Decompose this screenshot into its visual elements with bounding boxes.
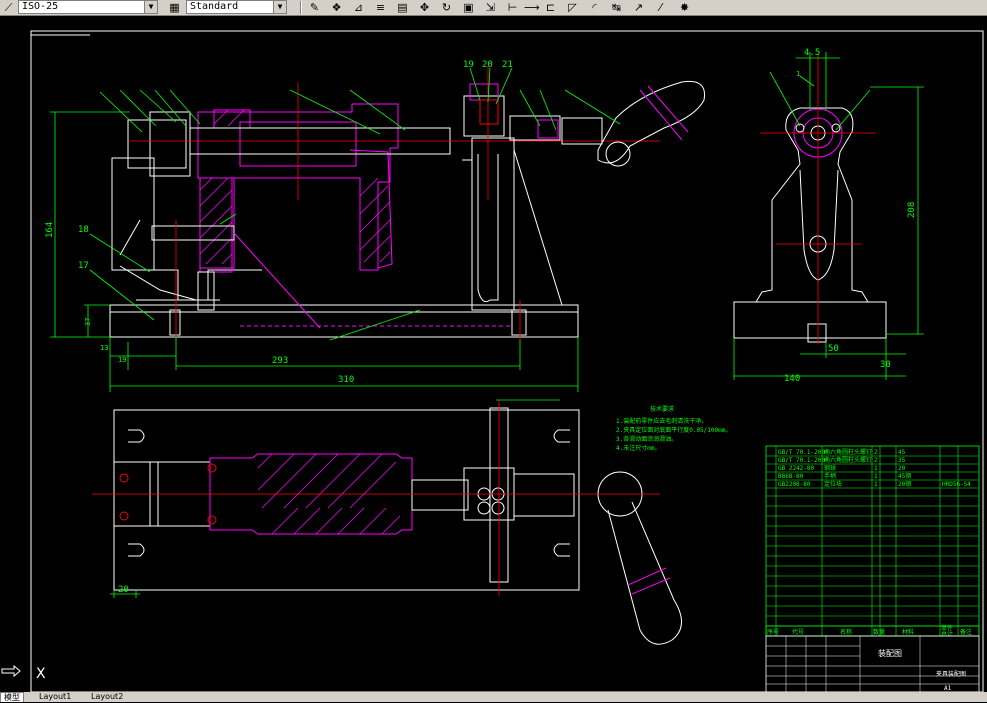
bom-row-5-name: 定位块 — [824, 480, 842, 488]
bom-row-2-qty: 2 — [874, 457, 878, 464]
dim-side-right: 30 — [880, 360, 891, 370]
scale-icon[interactable]: ▣ — [462, 1, 475, 14]
bom-header-code: 代号 — [792, 628, 804, 636]
bom-row-1-mat: 45 — [898, 449, 906, 456]
ucs-icon: X — [1, 664, 46, 682]
bom-row-3-name: 钢球 — [824, 464, 836, 472]
bom-row-1-qty: 2 — [874, 449, 878, 456]
explode-icon[interactable]: ✸ — [678, 1, 691, 14]
bom-row-3-qty: 1 — [874, 465, 878, 472]
drawing-border — [30, 30, 984, 692]
bom-row-4-mat: 45钢 — [898, 472, 911, 480]
bom-row-5-qty: 1 — [874, 481, 878, 488]
bom-row-5-code: GB2208-80 — [778, 481, 811, 488]
bom-row-3-mat: 20 — [898, 465, 906, 472]
dimstyle-value: ISO-25 — [22, 1, 59, 12]
chevron-down-icon[interactable]: ▼ — [273, 1, 286, 13]
copy-icon[interactable]: ❖ — [330, 1, 343, 14]
dim-inner-length: 293 — [272, 356, 288, 366]
bom-header-remark: 备注 — [960, 628, 972, 636]
dim-overall-length: 310 — [338, 375, 354, 385]
dim-left-a: 13 — [100, 344, 108, 352]
bom-header-material: 材料 — [902, 628, 914, 636]
dim-side-inner: 50 — [828, 344, 839, 354]
bom-header-name: 名称 — [840, 628, 852, 636]
mirror-icon[interactable]: ⊿ — [352, 1, 365, 14]
extend-icon[interactable]: ⟶ — [524, 1, 540, 14]
drawing-number: HRD56-S4 — [942, 481, 971, 488]
textstyle-value: Standard — [190, 1, 239, 12]
lengthen-icon[interactable]: ↗ — [632, 1, 645, 14]
dim-height: 164 — [45, 222, 55, 238]
dim-side-width: 140 — [784, 374, 800, 384]
tech-note-1: 1.装配前零件应去毛刺清洗干净。 — [616, 417, 707, 425]
join-icon[interactable]: ↹ — [610, 1, 623, 14]
stretch-icon[interactable]: ⇲ — [484, 1, 497, 14]
array-icon[interactable]: ▤ — [396, 1, 409, 14]
technical-notes: 技术要求 1.装配前零件应去毛刺清洗干净。 2.夹具定位面对底面平行度0.05/… — [616, 405, 731, 452]
plan-view: 20 — [92, 399, 682, 645]
bom-row-5-mat: 20钢 — [898, 480, 911, 488]
bom-row-4-name: 手柄 — [824, 472, 836, 480]
model-space-canvas[interactable]: 19 20 21 18 17 310 293 164 13 19 37 4.5 … — [0, 16, 987, 692]
fillet-icon[interactable]: ◜ — [588, 1, 601, 14]
part-number-20: 20 — [482, 60, 493, 70]
dim-left-b: 19 — [118, 356, 126, 364]
dim-base-height: 37 — [84, 318, 92, 326]
front-view: 19 20 21 18 17 310 293 164 13 19 37 — [45, 60, 706, 392]
pedit-icon[interactable]: ⁄ — [654, 1, 667, 14]
bom-row-1-name: 内六角圆柱头螺钉 — [824, 448, 872, 456]
bom-header-qty: 数量 — [873, 628, 885, 636]
bom-row-4-qty: 1 — [874, 473, 878, 480]
chamfer-icon[interactable]: ◸ — [566, 1, 579, 14]
toolbar-separator — [300, 1, 302, 14]
svg-text:X: X — [36, 666, 46, 682]
tab-layout2[interactable]: Layout2 — [88, 692, 126, 702]
textstyle-dropdown[interactable]: Standard ▼ — [186, 0, 287, 14]
bom-row-2-code: GB/T 70.1-2000 — [778, 457, 829, 464]
erase-icon[interactable]: ✎ — [308, 1, 321, 14]
title-block-title: 装配图 — [878, 648, 902, 658]
dim-side-small: 1 — [796, 70, 800, 78]
text-style-icon[interactable]: ▦ — [168, 1, 181, 14]
bom-table: GB/T 70.1-2000 内六角圆柱头螺钉 2 45 GB/T 70.1-2… — [765, 445, 980, 638]
part-number-17: 17 — [78, 261, 89, 271]
bom-row-1-code: GB/T 70.1-2000 — [778, 449, 829, 456]
bom-row-3-code: GB 2242-80 — [778, 465, 815, 472]
tech-notes-title: 技术要求 — [650, 405, 674, 413]
bom-row-2-name: 内六角圆柱头螺钉 — [824, 456, 872, 464]
dimension-style-icon[interactable]: ⟋ — [2, 1, 15, 14]
dim-side-height: 208 — [907, 202, 917, 218]
offset-icon[interactable]: ≡ — [374, 1, 387, 14]
bom-row-4-code: B86B-80 — [778, 473, 804, 480]
title-block: 装配图 夹具装配图 A1 — [765, 635, 980, 692]
dim-side-top: 4.5 — [804, 48, 820, 58]
tab-model[interactable]: 模型 — [0, 692, 24, 702]
chevron-down-icon[interactable]: ▼ — [144, 1, 157, 13]
move-icon[interactable]: ✥ — [418, 1, 431, 14]
bom-row-2-mat: 35 — [898, 457, 906, 464]
bom-header-total: 总计 — [941, 630, 953, 638]
layout-tabs: 模型 Layout1 Layout2 — [0, 692, 987, 702]
rotate-icon[interactable]: ↻ — [440, 1, 453, 14]
tech-note-2: 2.夹具定位面对底面平行度0.05/100mm。 — [616, 426, 731, 434]
part-number-21: 21 — [502, 60, 513, 70]
dimstyle-dropdown[interactable]: ISO-25 ▼ — [18, 0, 158, 14]
bom-header-index: 序号 — [767, 628, 779, 636]
break-icon[interactable]: ⊏ — [544, 1, 557, 14]
title-block-subtitle: 夹具装配图 — [936, 670, 966, 678]
tab-layout1[interactable]: Layout1 — [36, 692, 74, 702]
part-number-19: 19 — [463, 60, 474, 70]
side-view: 4.5 208 140 50 30 1 — [733, 48, 924, 384]
title-block-scale: A1 — [944, 685, 952, 692]
dim-plan-bottom: 20 — [118, 585, 129, 595]
tech-note-4: 4.未注尺寸mm。 — [616, 444, 660, 452]
trim-icon[interactable]: ⊢ — [506, 1, 519, 14]
properties-toolbar: ⟋ ISO-25 ▼ ▦ Standard ▼ ✎ ❖ ⊿ ≡ ▤ ✥ ↻ ▣ … — [0, 0, 987, 16]
tech-note-3: 3.各滑动面涂润滑油。 — [616, 435, 677, 443]
part-number-18: 18 — [78, 225, 89, 235]
